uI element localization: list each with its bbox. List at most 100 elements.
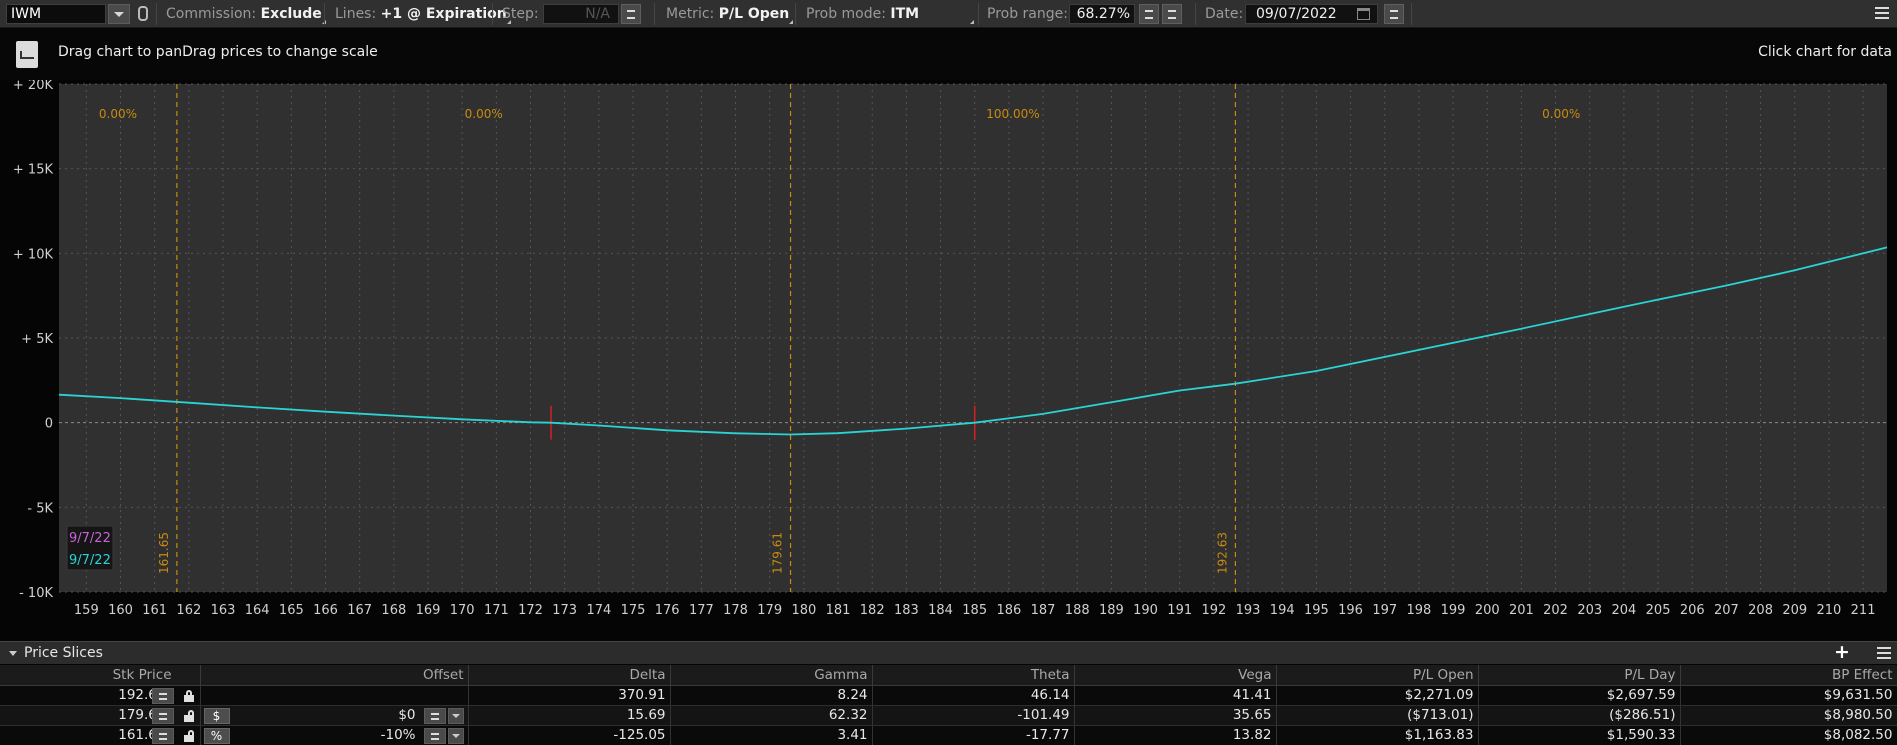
legend-entry: 9/7/22 xyxy=(69,531,111,546)
pl-day-cell: $2,697.59 xyxy=(1478,685,1681,706)
column-header-theta[interactable]: Theta xyxy=(872,665,1075,686)
prob-range-dropdown[interactable] xyxy=(1162,4,1182,24)
pl-chart[interactable]: 159 160 161 162 163 164 165 166 167 168 169 170 171 1… xyxy=(0,80,1897,640)
y-tick-label: + 20K xyxy=(13,80,54,93)
price-slice-label: 192.63 xyxy=(1215,532,1229,574)
chevron-down-icon[interactable] xyxy=(9,651,17,656)
column-header-delta[interactable]: Delta xyxy=(468,665,671,686)
x-tick-label: 168 xyxy=(381,603,406,618)
offset-spinner[interactable] xyxy=(423,707,446,724)
symbol-input[interactable]: IWM xyxy=(6,4,106,24)
toolbar: IWM Commission: Exclude Lines: +1 @ Expi… xyxy=(0,0,1897,28)
stk-price-spinner[interactable] xyxy=(151,707,174,724)
x-tick-label: 199 xyxy=(1441,603,1466,618)
x-tick-label: 177 xyxy=(689,603,714,618)
toolbar-divider xyxy=(795,3,796,25)
link-icon[interactable] xyxy=(138,6,148,21)
toolbar-divider xyxy=(324,3,325,25)
toolbar-divider xyxy=(654,3,655,25)
lines-selector[interactable]: Lines: +1 @ Expiration xyxy=(335,0,511,28)
x-tick-label: 166 xyxy=(313,603,338,618)
column-header-bp-effect[interactable]: BP Effect xyxy=(1680,665,1897,686)
add-slice-button[interactable]: + xyxy=(1829,643,1855,663)
x-tick-label: 191 xyxy=(1167,603,1192,618)
metric-selector[interactable]: Metric: P/L Open xyxy=(666,0,794,28)
y-tick-label: + 15K xyxy=(13,163,54,178)
x-tick-label: 162 xyxy=(176,603,201,618)
x-tick-label: 169 xyxy=(416,603,441,618)
stk-price-cell: 161.65 xyxy=(0,725,201,745)
x-tick-label: 172 xyxy=(518,603,543,618)
chart-settings-icon[interactable] xyxy=(16,41,38,68)
x-tick-label: 209 xyxy=(1782,603,1807,618)
price-slice-label: 179.61 xyxy=(771,532,785,574)
column-header-offset[interactable]: Offset xyxy=(200,665,469,686)
column-header-pl-open[interactable]: P/L Open xyxy=(1276,665,1479,686)
offset-spinner[interactable] xyxy=(423,727,446,744)
x-tick-label: 174 xyxy=(586,603,611,618)
x-tick-label: 188 xyxy=(1065,603,1090,618)
lock-icon[interactable] xyxy=(183,689,194,702)
x-tick-label: 193 xyxy=(1236,603,1261,618)
stk-price-spinner[interactable] xyxy=(151,727,174,744)
x-tick-label: 184 xyxy=(928,603,953,618)
price-slices-header[interactable]: Price Slices + xyxy=(0,641,1897,664)
x-tick-label: 175 xyxy=(621,603,646,618)
step-input[interactable]: N/A xyxy=(543,4,619,24)
toolbar-divider xyxy=(1195,3,1196,25)
unlock-icon[interactable] xyxy=(183,729,194,742)
lines-value: +1 @ Expiration xyxy=(380,6,507,22)
prob-range-input[interactable]: 68.27% xyxy=(1069,4,1135,24)
unlock-icon[interactable] xyxy=(183,709,194,722)
x-tick-label: 163 xyxy=(211,603,236,618)
table-row: 161.65 % -10% -125.05 3.41 -17.77 13.82 $… xyxy=(0,725,1897,745)
stk-price-spinner[interactable] xyxy=(151,687,174,704)
chevron-down-icon xyxy=(114,12,124,17)
date-spinner[interactable] xyxy=(1384,4,1404,24)
offset-unit-button[interactable]: $ xyxy=(203,707,230,724)
x-tick-label: 167 xyxy=(347,603,372,618)
x-tick-label: 173 xyxy=(552,603,577,618)
legend-entry: 9/7/22 xyxy=(69,553,111,568)
bp-effect-cell: $8,082.50 xyxy=(1680,725,1897,745)
y-tick-label: - 5K xyxy=(27,501,53,516)
offset-dropdown[interactable] xyxy=(447,727,464,744)
x-tick-label: 160 xyxy=(108,603,133,618)
table-row: 179.61 $ $0 15.69 62.32 -101.49 35.65 ($7… xyxy=(0,705,1897,726)
commission-selector[interactable]: Commission: Exclude xyxy=(166,0,326,28)
delta-cell: 15.69 xyxy=(468,705,671,726)
vega-cell: 13.82 xyxy=(1074,725,1277,745)
column-header-stk-price[interactable]: Stk Price xyxy=(0,665,201,686)
x-tick-label: 200 xyxy=(1475,603,1500,618)
gamma-cell: 62.32 xyxy=(670,705,873,726)
table-header-row: Stk Price Offset Delta Gamma Theta Vega … xyxy=(0,665,1897,686)
calendar-icon[interactable] xyxy=(1357,8,1370,20)
column-header-gamma[interactable]: Gamma xyxy=(670,665,873,686)
offset-unit-button[interactable]: % xyxy=(203,727,230,744)
column-header-pl-day[interactable]: P/L Day xyxy=(1478,665,1681,686)
x-tick-label: 183 xyxy=(894,603,919,618)
toolbar-menu-icon[interactable] xyxy=(1875,7,1889,20)
toolbar-divider xyxy=(156,3,157,25)
x-tick-label: 207 xyxy=(1714,603,1739,618)
price-slices-menu-icon[interactable] xyxy=(1877,647,1891,660)
y-tick-label: 0 xyxy=(45,417,53,432)
chart-hint-row: Drag chart to panDrag prices to change s… xyxy=(0,29,1897,81)
stk-price-cell: 179.61 xyxy=(0,705,201,726)
step-label: Step: xyxy=(502,6,539,22)
x-tick-label: 204 xyxy=(1611,603,1636,618)
prob-mode-selector[interactable]: Prob mode: ITM xyxy=(806,0,974,28)
prob-range-spinner[interactable] xyxy=(1139,4,1159,24)
symbol-dropdown-button[interactable] xyxy=(108,4,130,24)
region-probability-label: 0.00% xyxy=(1542,107,1580,121)
commission-label: Commission: xyxy=(166,6,257,22)
offset-dropdown[interactable] xyxy=(447,707,464,724)
pl-open-cell: $2,271.09 xyxy=(1276,685,1479,706)
step-spinner[interactable] xyxy=(621,4,641,24)
x-tick-label: 165 xyxy=(279,603,304,618)
x-tick-label: 210 xyxy=(1817,603,1842,618)
price-slices-table: Stk Price Offset Delta Gamma Theta Vega … xyxy=(0,665,1897,745)
theta-cell: -17.77 xyxy=(872,725,1075,745)
column-header-vega[interactable]: Vega xyxy=(1074,665,1277,686)
prob-range-label: Prob range: xyxy=(987,6,1068,22)
